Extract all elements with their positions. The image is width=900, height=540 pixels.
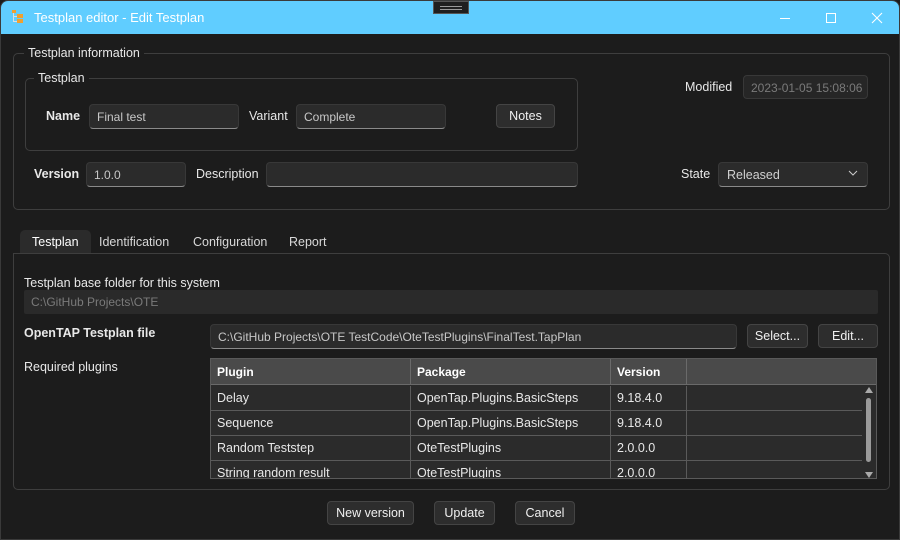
table-row[interactable]: Sequence OpenTap.Plugins.BasicSteps 9.18… <box>211 411 862 436</box>
variant-field[interactable]: Complete <box>296 104 446 129</box>
cancel-button[interactable]: Cancel <box>515 501 575 525</box>
maximize-icon <box>826 12 836 23</box>
modified-label: Modified <box>685 80 733 94</box>
table-header: Plugin Package Version <box>211 359 876 385</box>
new-version-button[interactable]: New version <box>327 501 414 525</box>
cell-filler <box>687 386 862 411</box>
scroll-down-arrow-icon[interactable] <box>865 472 873 478</box>
select-file-button[interactable]: Select... <box>747 324 808 348</box>
description-label: Description <box>196 167 259 181</box>
minimize-button[interactable] <box>762 1 808 34</box>
table-row[interactable]: Random Teststep OteTestPlugins 2.0.0.0 <box>211 436 862 461</box>
state-dropdown[interactable]: Released <box>718 162 868 187</box>
cell-version: 9.18.4.0 <box>611 411 687 436</box>
scrollbar-thumb[interactable] <box>866 398 871 462</box>
window-title: Testplan editor - Edit Testplan <box>34 10 205 25</box>
testplan-file-field[interactable]: C:\GitHub Projects\OTE TestCode\OteTestP… <box>210 324 737 349</box>
base-folder-field: C:\GitHub Projects\OTE <box>24 290 878 314</box>
cell-plugin: String random result <box>211 461 411 478</box>
cell-filler <box>687 461 862 478</box>
cell-package: OteTestPlugins <box>411 461 611 478</box>
cell-plugin: Sequence <box>211 411 411 436</box>
tab-identification[interactable]: Identification <box>87 230 181 254</box>
testplan-editor-window: Testplan editor - Edit Testplan Testplan… <box>0 0 900 540</box>
cell-package: OpenTap.Plugins.BasicSteps <box>411 411 611 436</box>
name-field[interactable]: Final test <box>89 104 239 129</box>
tab-testplan[interactable]: Testplan <box>20 230 91 254</box>
cell-filler <box>687 436 862 461</box>
edit-file-button[interactable]: Edit... <box>818 324 878 348</box>
base-folder-label: Testplan base folder for this system <box>24 276 220 290</box>
name-label: Name <box>46 109 81 123</box>
close-button[interactable] <box>854 1 899 34</box>
maximize-button[interactable] <box>808 1 854 34</box>
column-header-version[interactable]: Version <box>611 359 687 385</box>
notes-button[interactable]: Notes <box>496 104 555 128</box>
modified-field: 2023-01-05 15:08:06 <box>743 75 868 99</box>
cell-version: 2.0.0.0 <box>611 461 687 478</box>
table-row[interactable]: Delay OpenTap.Plugins.BasicSteps 9.18.4.… <box>211 386 862 411</box>
drag-grip-handle[interactable] <box>433 1 469 14</box>
column-header-filler <box>687 359 876 385</box>
update-button[interactable]: Update <box>434 501 495 525</box>
tab-report[interactable]: Report <box>277 230 339 254</box>
testplan-file-label: OpenTAP Testplan file <box>24 326 156 340</box>
table-row[interactable]: String random result OteTestPlugins 2.0.… <box>211 461 862 478</box>
chevron-down-icon <box>848 170 858 176</box>
testplan-information-legend: Testplan information <box>24 46 144 60</box>
state-selected-value: Released <box>727 168 780 182</box>
cell-version: 2.0.0.0 <box>611 436 687 461</box>
close-icon <box>871 12 883 23</box>
variant-label: Variant <box>249 109 288 123</box>
required-plugins-label: Required plugins <box>24 360 118 374</box>
column-header-package[interactable]: Package <box>411 359 611 385</box>
column-header-plugin[interactable]: Plugin <box>211 359 411 385</box>
cell-version: 9.18.4.0 <box>611 386 687 411</box>
table-vertical-scrollbar[interactable] <box>864 387 874 478</box>
cell-filler <box>687 411 862 436</box>
tab-configuration[interactable]: Configuration <box>181 230 279 254</box>
title-bar[interactable]: Testplan editor - Edit Testplan <box>1 1 899 34</box>
cell-package: OpenTap.Plugins.BasicSteps <box>411 386 611 411</box>
cell-plugin: Random Teststep <box>211 436 411 461</box>
scroll-up-arrow-icon[interactable] <box>865 387 873 393</box>
app-tree-icon <box>12 10 23 23</box>
required-plugins-table: Plugin Package Version Delay OpenTap.Plu… <box>210 358 877 479</box>
version-field[interactable]: 1.0.0 <box>86 162 186 187</box>
version-label: Version <box>34 167 80 181</box>
testplan-group-legend: Testplan <box>34 71 89 85</box>
description-field[interactable] <box>266 162 578 187</box>
state-label: State <box>681 167 711 181</box>
cell-plugin: Delay <box>211 386 411 411</box>
cell-package: OteTestPlugins <box>411 436 611 461</box>
minimize-icon <box>780 17 790 19</box>
